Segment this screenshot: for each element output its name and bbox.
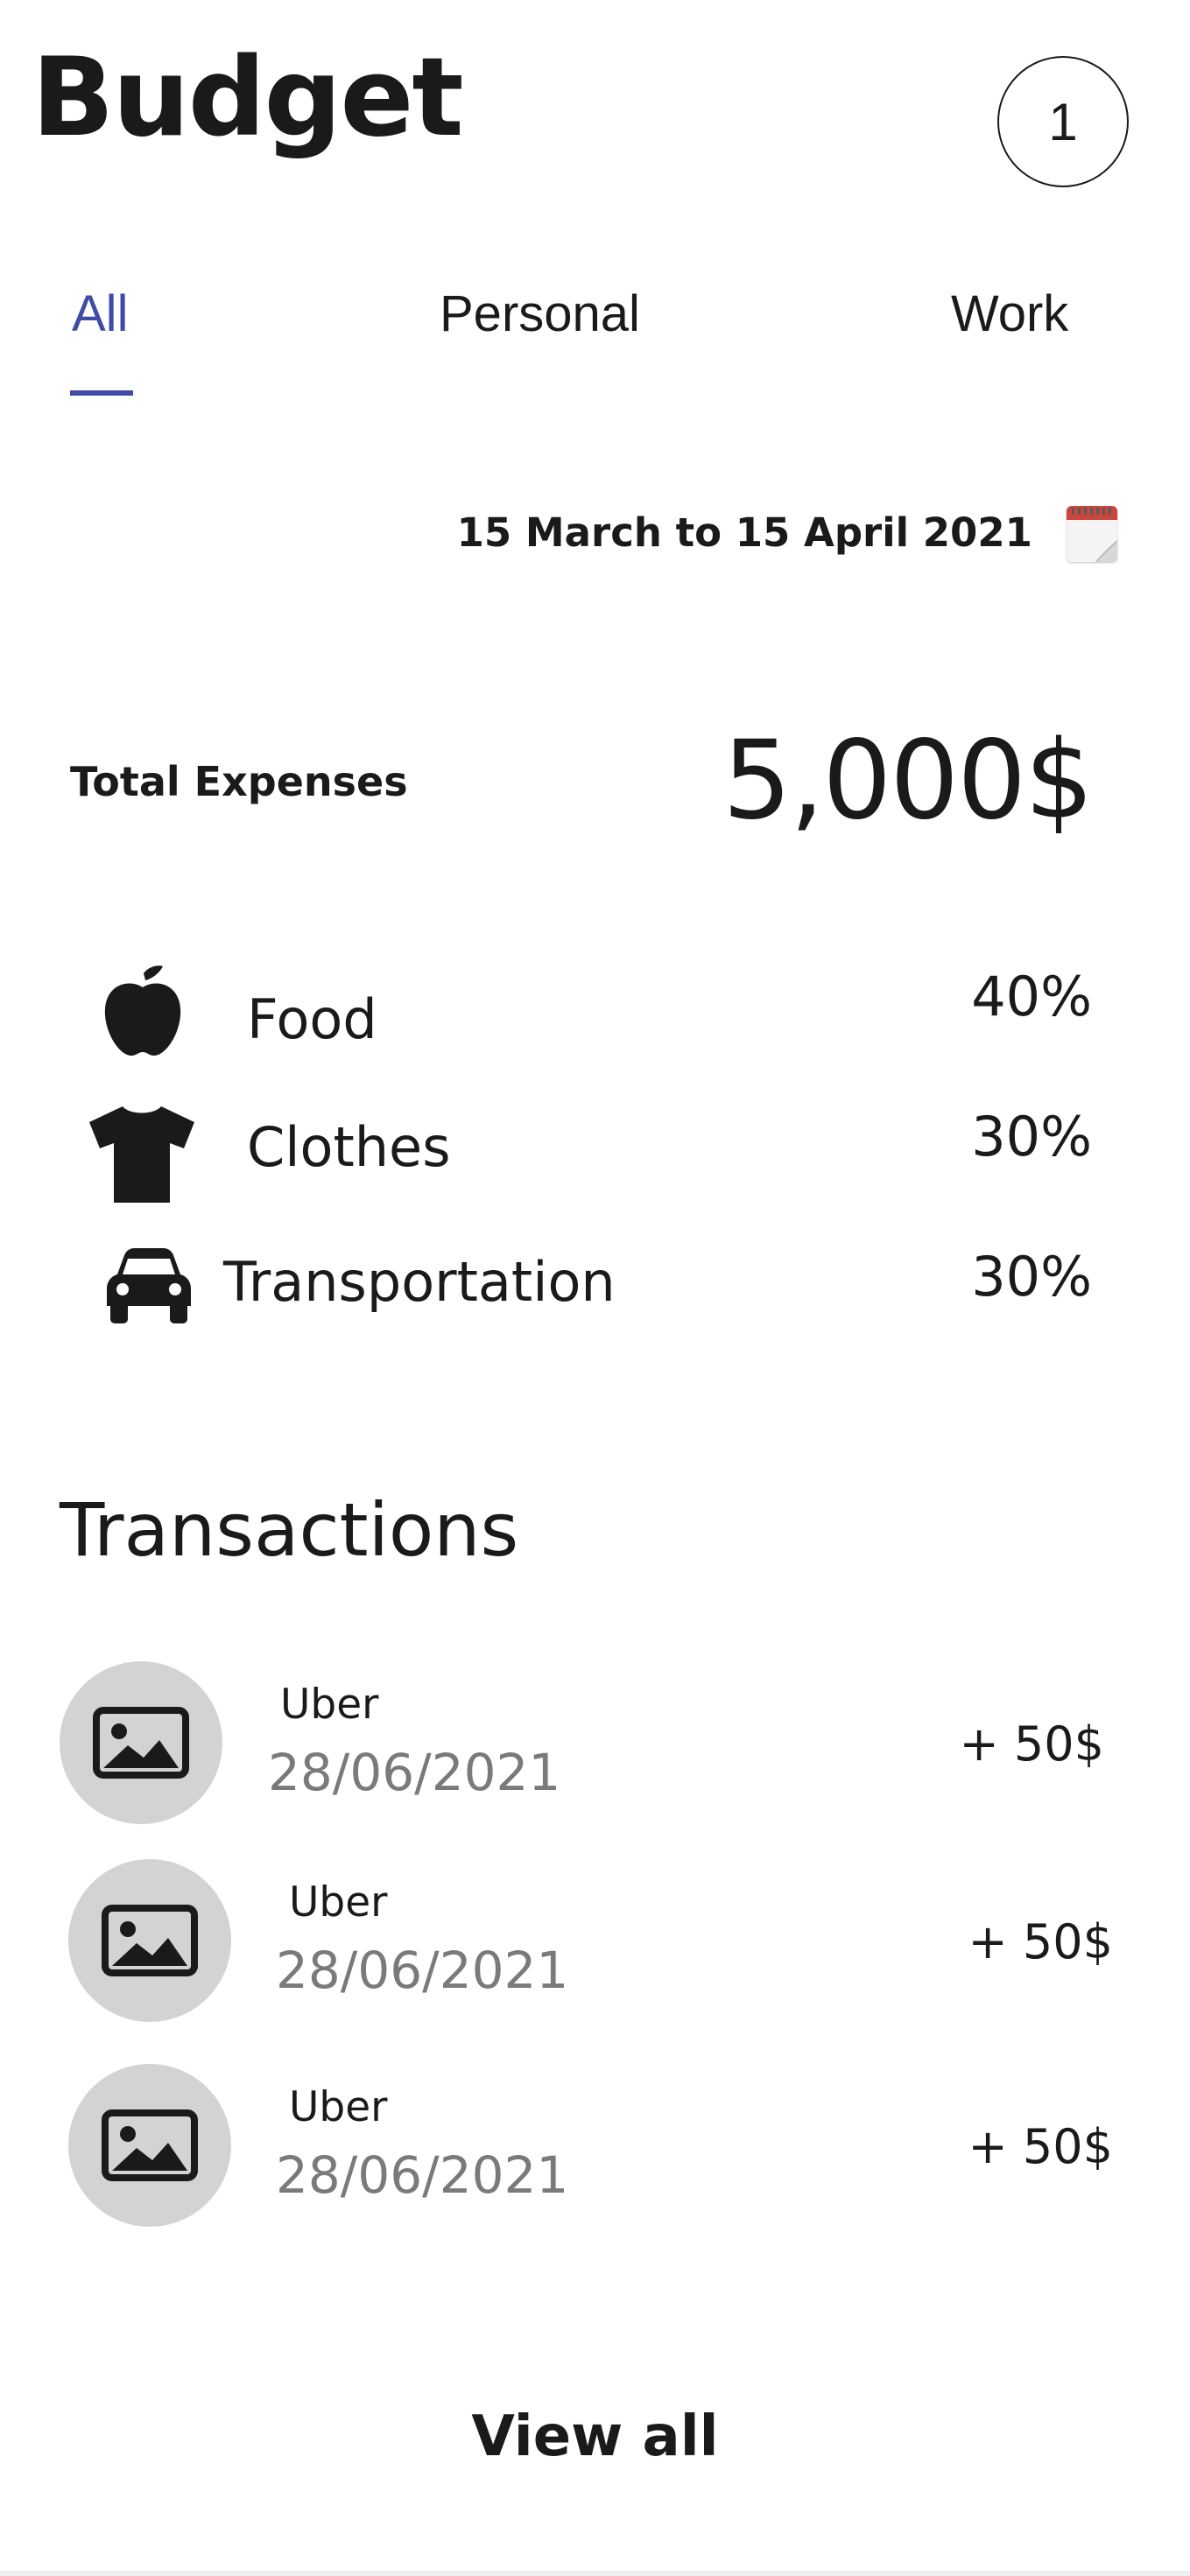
transaction-name: Uber [289, 2083, 388, 2131]
transaction-date: 28/06/2021 [268, 1743, 561, 1802]
tshirt-icon [88, 1103, 196, 1204]
profile-avatar-button[interactable]: 1 [997, 56, 1129, 187]
image-placeholder-icon [102, 2109, 198, 2181]
category-label-clothes: Clothes [247, 1115, 451, 1179]
view-all-button[interactable]: View all [0, 2409, 1190, 2465]
total-expenses-value: 5,000$ [722, 718, 1094, 844]
category-label-food: Food [247, 987, 377, 1051]
transaction-amount: + 50$ [968, 1914, 1113, 1969]
category-percent-transportation: 30% [971, 1245, 1092, 1309]
date-range-label[interactable]: 15 March to 15 April 2021 [457, 513, 1032, 552]
total-expenses-label: Total Expenses [70, 758, 408, 805]
image-placeholder-icon [102, 1905, 198, 1976]
category-percent-food: 40% [971, 965, 1092, 1028]
transaction-name: Uber [280, 1681, 379, 1729]
transaction-thumbnail [68, 2064, 231, 2227]
bottom-divider [0, 2571, 1190, 2576]
category-label-transportation: Transportation [223, 1250, 616, 1314]
transaction-date: 28/06/2021 [276, 1941, 569, 2000]
transaction-name: Uber [289, 1878, 388, 1927]
transaction-thumbnail [68, 1859, 231, 2022]
transaction-amount: + 50$ [968, 2119, 1113, 2174]
image-placeholder-icon [93, 1707, 189, 1779]
tab-personal[interactable]: Personal [440, 289, 640, 340]
transaction-amount: + 50$ [959, 1716, 1104, 1772]
page-title: Budget [32, 35, 464, 161]
calendar-icon[interactable] [1067, 506, 1117, 562]
avatar-label: 1 [1048, 92, 1078, 151]
apple-icon [95, 963, 191, 1059]
tab-all[interactable]: All [72, 289, 128, 340]
active-tab-indicator [70, 390, 133, 396]
transactions-title: Transactions [60, 1487, 519, 1573]
transaction-thumbnail [60, 1661, 222, 1824]
transaction-date: 28/06/2021 [276, 2145, 569, 2205]
category-percent-clothes: 30% [971, 1105, 1092, 1169]
tab-work[interactable]: Work [951, 289, 1068, 340]
car-icon [107, 1248, 191, 1323]
